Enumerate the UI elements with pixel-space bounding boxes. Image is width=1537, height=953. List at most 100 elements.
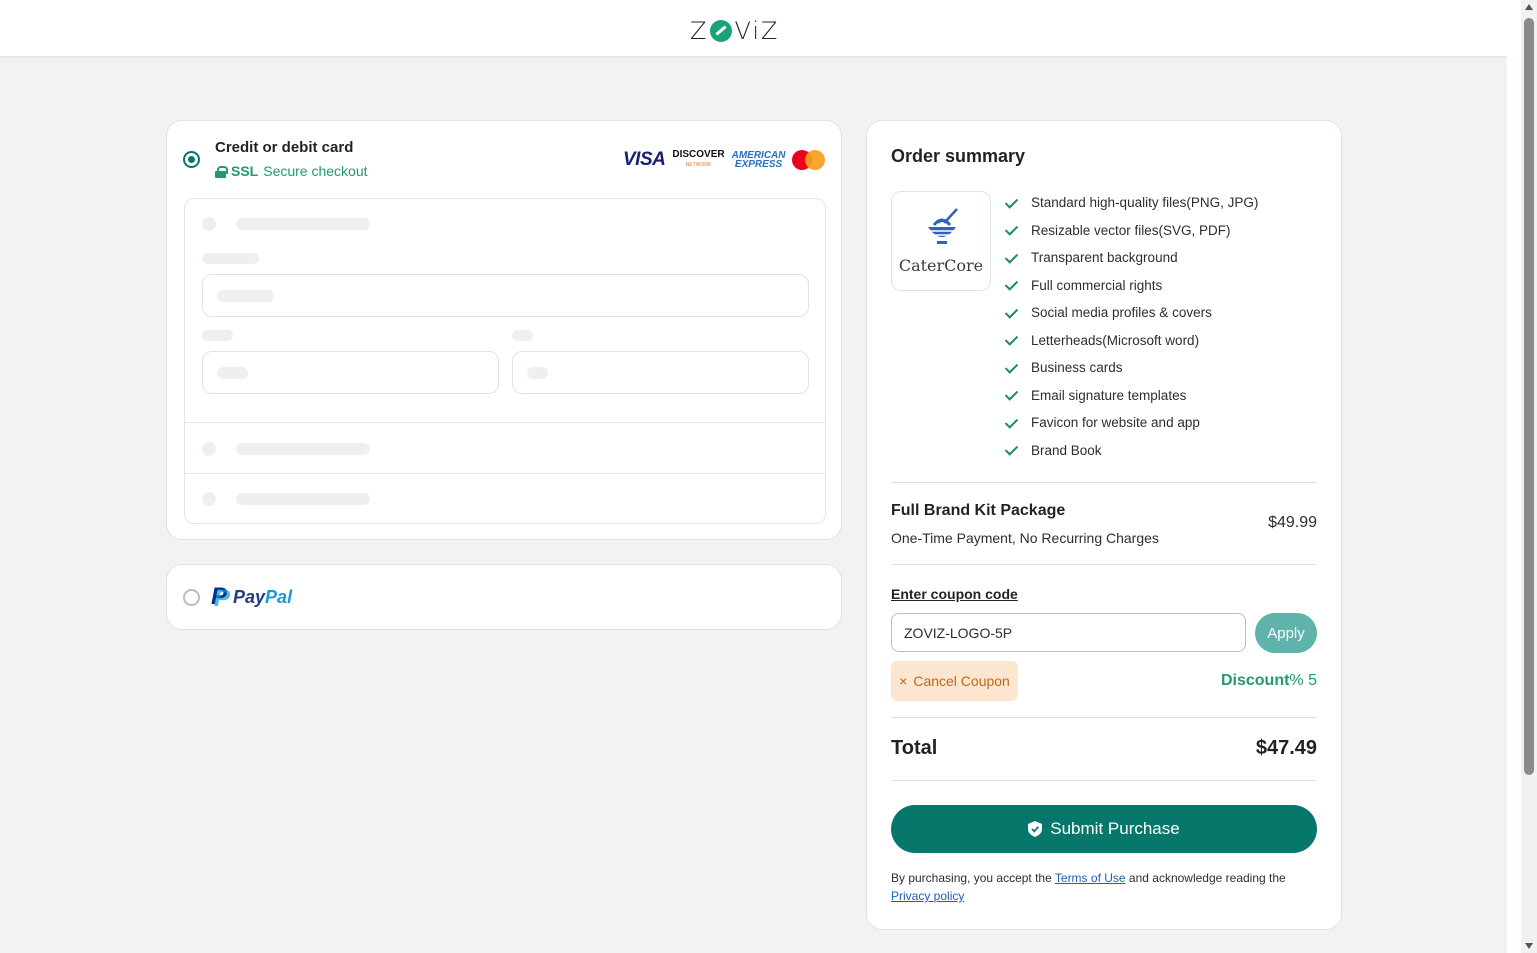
legal-middle: and acknowledge reading the bbox=[1125, 871, 1286, 885]
feature-item: Letterheads(Microsoft word) bbox=[1005, 327, 1258, 355]
feature-item: Transparent background bbox=[1005, 244, 1258, 272]
paypal-radio[interactable] bbox=[183, 589, 200, 606]
check-icon bbox=[1005, 280, 1022, 290]
credit-card-radio[interactable] bbox=[183, 151, 200, 168]
paypal-word-pal: Pal bbox=[265, 586, 293, 607]
mastercard-yellow-circle bbox=[805, 150, 826, 170]
feature-item: Social media profiles & covers bbox=[1005, 299, 1258, 327]
skeleton-dot bbox=[202, 217, 216, 231]
skeleton-dot bbox=[202, 492, 216, 506]
check-icon bbox=[1005, 335, 1022, 345]
skeleton-label bbox=[512, 330, 533, 341]
legal-notice: By purchasing, you accept the Terms of U… bbox=[891, 869, 1321, 905]
check-icon bbox=[1005, 308, 1022, 318]
check-icon bbox=[1005, 253, 1022, 263]
bowl-whisk-icon bbox=[928, 208, 958, 244]
order-summary-title: Order summary bbox=[891, 146, 1026, 166]
ssl-bold-text: SSL bbox=[231, 163, 259, 179]
discover-sub-text: NETWORK bbox=[685, 162, 712, 168]
feature-item: Business cards bbox=[1005, 354, 1258, 382]
check-icon bbox=[1005, 225, 1022, 235]
terms-of-use-link[interactable]: Terms of Use bbox=[1055, 871, 1126, 885]
skeleton-divider bbox=[185, 473, 825, 474]
legal-prefix: By purchasing, you accept the bbox=[891, 871, 1055, 885]
brand-logo-preview: CaterCore bbox=[891, 191, 991, 291]
skeleton-label bbox=[202, 330, 233, 341]
logo-o-icon bbox=[710, 20, 733, 42]
feature-item: Resizable vector files(SVG, PDF) bbox=[1005, 217, 1258, 245]
skeleton-expiry-input bbox=[202, 351, 499, 394]
zoviz-logo[interactable]: Z ViZ bbox=[690, 17, 779, 45]
submit-purchase-button[interactable]: Submit Purchase bbox=[891, 805, 1317, 853]
discount-label: Discount bbox=[1220, 672, 1290, 689]
feature-text: Social media profiles & covers bbox=[1031, 305, 1212, 321]
visa-logo: VISA bbox=[623, 149, 666, 170]
skeleton-line bbox=[236, 218, 370, 230]
divider bbox=[891, 482, 1317, 483]
amex-line-2: EXPRESS bbox=[734, 159, 783, 170]
vertical-scrollbar[interactable] bbox=[1521, 0, 1537, 953]
mastercard-logo bbox=[792, 150, 826, 170]
feature-text: Letterheads(Microsoft word) bbox=[1031, 332, 1200, 348]
coupon-label[interactable]: Enter coupon code bbox=[891, 586, 1018, 602]
apply-coupon-button[interactable]: Apply bbox=[1255, 613, 1317, 653]
skeleton-label bbox=[202, 253, 259, 264]
cancel-coupon-button[interactable]: × Cancel Coupon bbox=[891, 661, 1018, 701]
feature-item: Brand Book bbox=[1005, 437, 1258, 465]
skeleton-divider bbox=[185, 422, 825, 423]
feature-text: Brand Book bbox=[1031, 442, 1102, 458]
feature-list: Standard high-quality files(PNG, JPG) Res… bbox=[1005, 189, 1258, 464]
paypal-logo: P PayPal bbox=[211, 585, 292, 612]
scroll-up-arrow-icon[interactable] bbox=[1525, 4, 1533, 10]
feature-text: Transparent background bbox=[1031, 250, 1178, 266]
credit-card-payment-option[interactable]: Credit or debit card SSL Secure checkout… bbox=[166, 120, 842, 540]
paypal-wordmark: PayPal bbox=[233, 587, 292, 608]
skeleton-dot bbox=[202, 442, 216, 456]
card-brand-logos: VISA DISCOVER NETWORK AMERICAN EXPRESS bbox=[623, 149, 826, 171]
logo-letter-z: Z bbox=[690, 17, 709, 45]
check-icon bbox=[1005, 198, 1022, 208]
feature-text: Favicon for website and app bbox=[1031, 415, 1200, 431]
paypal-p-icon: P bbox=[211, 585, 230, 612]
order-summary-panel: Order summary CaterCore Standard high-qu… bbox=[866, 120, 1342, 930]
skeleton-card-number-input bbox=[202, 274, 809, 317]
lock-icon bbox=[215, 165, 228, 178]
scrollbar-thumb[interactable] bbox=[1524, 18, 1534, 775]
paypal-payment-option[interactable]: P PayPal bbox=[166, 564, 842, 630]
skeleton-placeholder bbox=[217, 290, 274, 302]
skeleton-line bbox=[236, 493, 370, 505]
privacy-policy-link[interactable]: Privacy policy bbox=[891, 889, 964, 903]
coupon-code-input[interactable] bbox=[891, 613, 1246, 652]
feature-item: Full commercial rights bbox=[1005, 272, 1258, 300]
check-icon bbox=[1005, 390, 1022, 400]
feature-text: Business cards bbox=[1031, 360, 1123, 376]
close-icon: × bbox=[899, 673, 908, 689]
package-price: $49.99 bbox=[1268, 514, 1317, 531]
card-form-loading-skeleton bbox=[184, 198, 826, 524]
package-subtitle: One-Time Payment, No Recurring Charges bbox=[891, 530, 1159, 546]
feature-text: Email signature templates bbox=[1031, 387, 1187, 403]
package-name: Full Brand Kit Package bbox=[891, 502, 1066, 519]
page-gutter bbox=[1507, 0, 1521, 953]
skeleton-cvc-input bbox=[512, 351, 809, 394]
check-icon bbox=[1005, 418, 1022, 428]
amex-logo: AMERICAN EXPRESS bbox=[732, 151, 786, 170]
divider bbox=[891, 717, 1317, 718]
discount-display: Discount% 5 bbox=[1221, 672, 1317, 690]
brand-name-text: CaterCore bbox=[898, 256, 984, 275]
skeleton-placeholder bbox=[527, 367, 548, 379]
feature-text: Full commercial rights bbox=[1031, 277, 1163, 293]
ssl-secure-label: SSL Secure checkout bbox=[215, 163, 368, 179]
divider bbox=[891, 564, 1317, 565]
skeleton-placeholder bbox=[217, 367, 248, 379]
total-label: Total bbox=[891, 737, 938, 759]
discover-text: DISCOVER bbox=[672, 149, 725, 160]
discount-value: % 5 bbox=[1289, 672, 1317, 689]
logo-letters-viz: ViZ bbox=[734, 17, 780, 45]
cancel-coupon-label: Cancel Coupon bbox=[913, 673, 1010, 689]
credit-card-title: Credit or debit card bbox=[215, 139, 354, 156]
divider bbox=[891, 780, 1317, 781]
discover-logo: DISCOVER NETWORK bbox=[672, 150, 724, 170]
scroll-down-arrow-icon[interactable] bbox=[1525, 943, 1533, 949]
feature-text: Standard high-quality files(PNG, JPG) bbox=[1031, 195, 1259, 211]
